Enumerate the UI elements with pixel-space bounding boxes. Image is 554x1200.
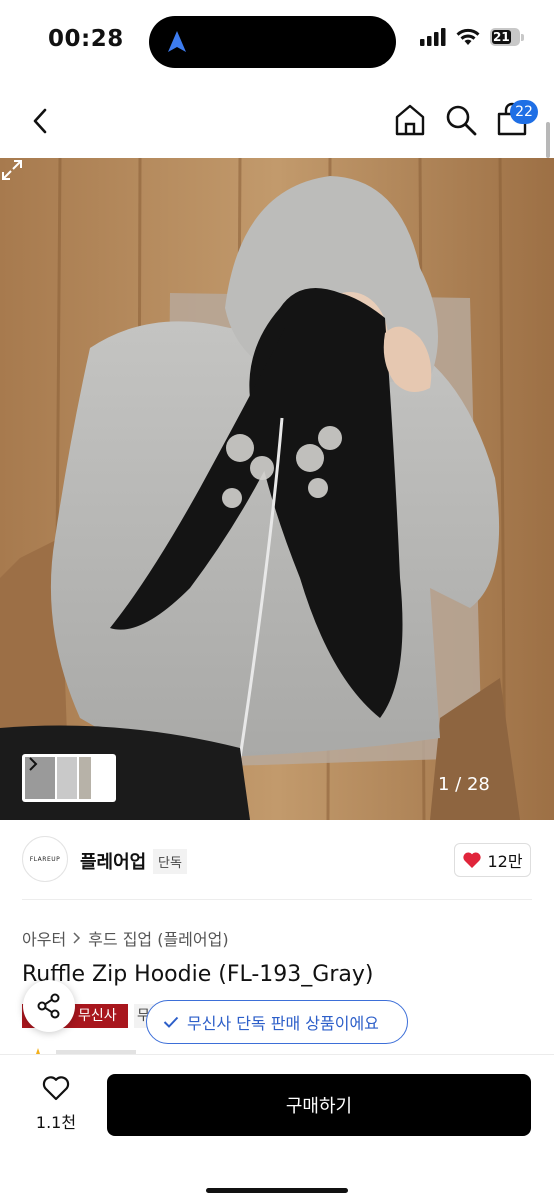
breadcrumb: 아우터 후드 집업 (플레어업) [22,926,229,950]
breadcrumb-item[interactable]: 후드 집업 (플레어업) [88,926,228,950]
status-bar: 00:28 21 [0,0,554,84]
back-icon[interactable] [26,102,56,140]
breadcrumb-item[interactable]: 아우터 [22,926,66,950]
chevron-right-icon [73,932,81,944]
brand-name[interactable]: 플레어업 [80,848,146,874]
battery-icon: 21 [490,28,524,46]
brand-row: FLAREUP 플레어업 단독 12만 [0,820,554,900]
status-time: 00:28 [48,26,124,52]
wishlist-button[interactable]: 1.1천 [30,1075,82,1135]
search-icon[interactable] [443,102,479,138]
exclusive-notice-text: 무신사 단독 판매 상품이에요 [187,1014,379,1033]
wifi-icon [456,28,480,45]
bottom-action-bar: 1.1천 구매하기 [0,1054,554,1200]
top-nav: 22 [0,84,554,158]
like-count: 12만 [487,852,523,871]
heart-icon [463,852,482,868]
product-photo [0,158,554,820]
chevron-right-icon[interactable] [26,754,40,774]
status-indicators: 21 [420,28,524,46]
image-counter: 1 / 28 [438,774,490,795]
brand-logo[interactable]: FLAREUP [22,836,68,882]
brand-like-button[interactable]: 12만 [454,843,531,877]
thumbnail-image[interactable] [57,757,77,799]
exclusive-tag: 단독 [153,849,187,874]
dynamic-island [149,16,396,68]
signal-icon [420,28,446,46]
exclusive-notice: 무신사 단독 판매 상품이에요 [146,1000,408,1044]
buy-button[interactable]: 구매하기 [107,1074,531,1136]
thumbnail-image[interactable] [79,757,91,799]
wishlist-count: 1.1천 [35,1113,77,1132]
share-icon [37,993,60,1019]
product-image-gallery[interactable]: 1 / 28 [0,158,554,820]
scrollbar[interactable] [546,122,550,158]
home-indicator[interactable] [206,1188,348,1193]
check-icon [163,1016,179,1028]
product-title: Ruffle Zip Hoodie (FL-193_Gray) [22,962,374,987]
battery-level: 21 [493,30,510,44]
heart-outline-icon [42,1076,70,1101]
divider [22,899,532,900]
thumbnail-strip[interactable] [22,754,116,802]
location-arrow-icon [168,31,186,52]
home-icon[interactable] [392,102,428,138]
share-button[interactable] [23,980,75,1032]
cart-count-badge: 22 [510,100,538,124]
expand-icon[interactable] [0,158,24,182]
